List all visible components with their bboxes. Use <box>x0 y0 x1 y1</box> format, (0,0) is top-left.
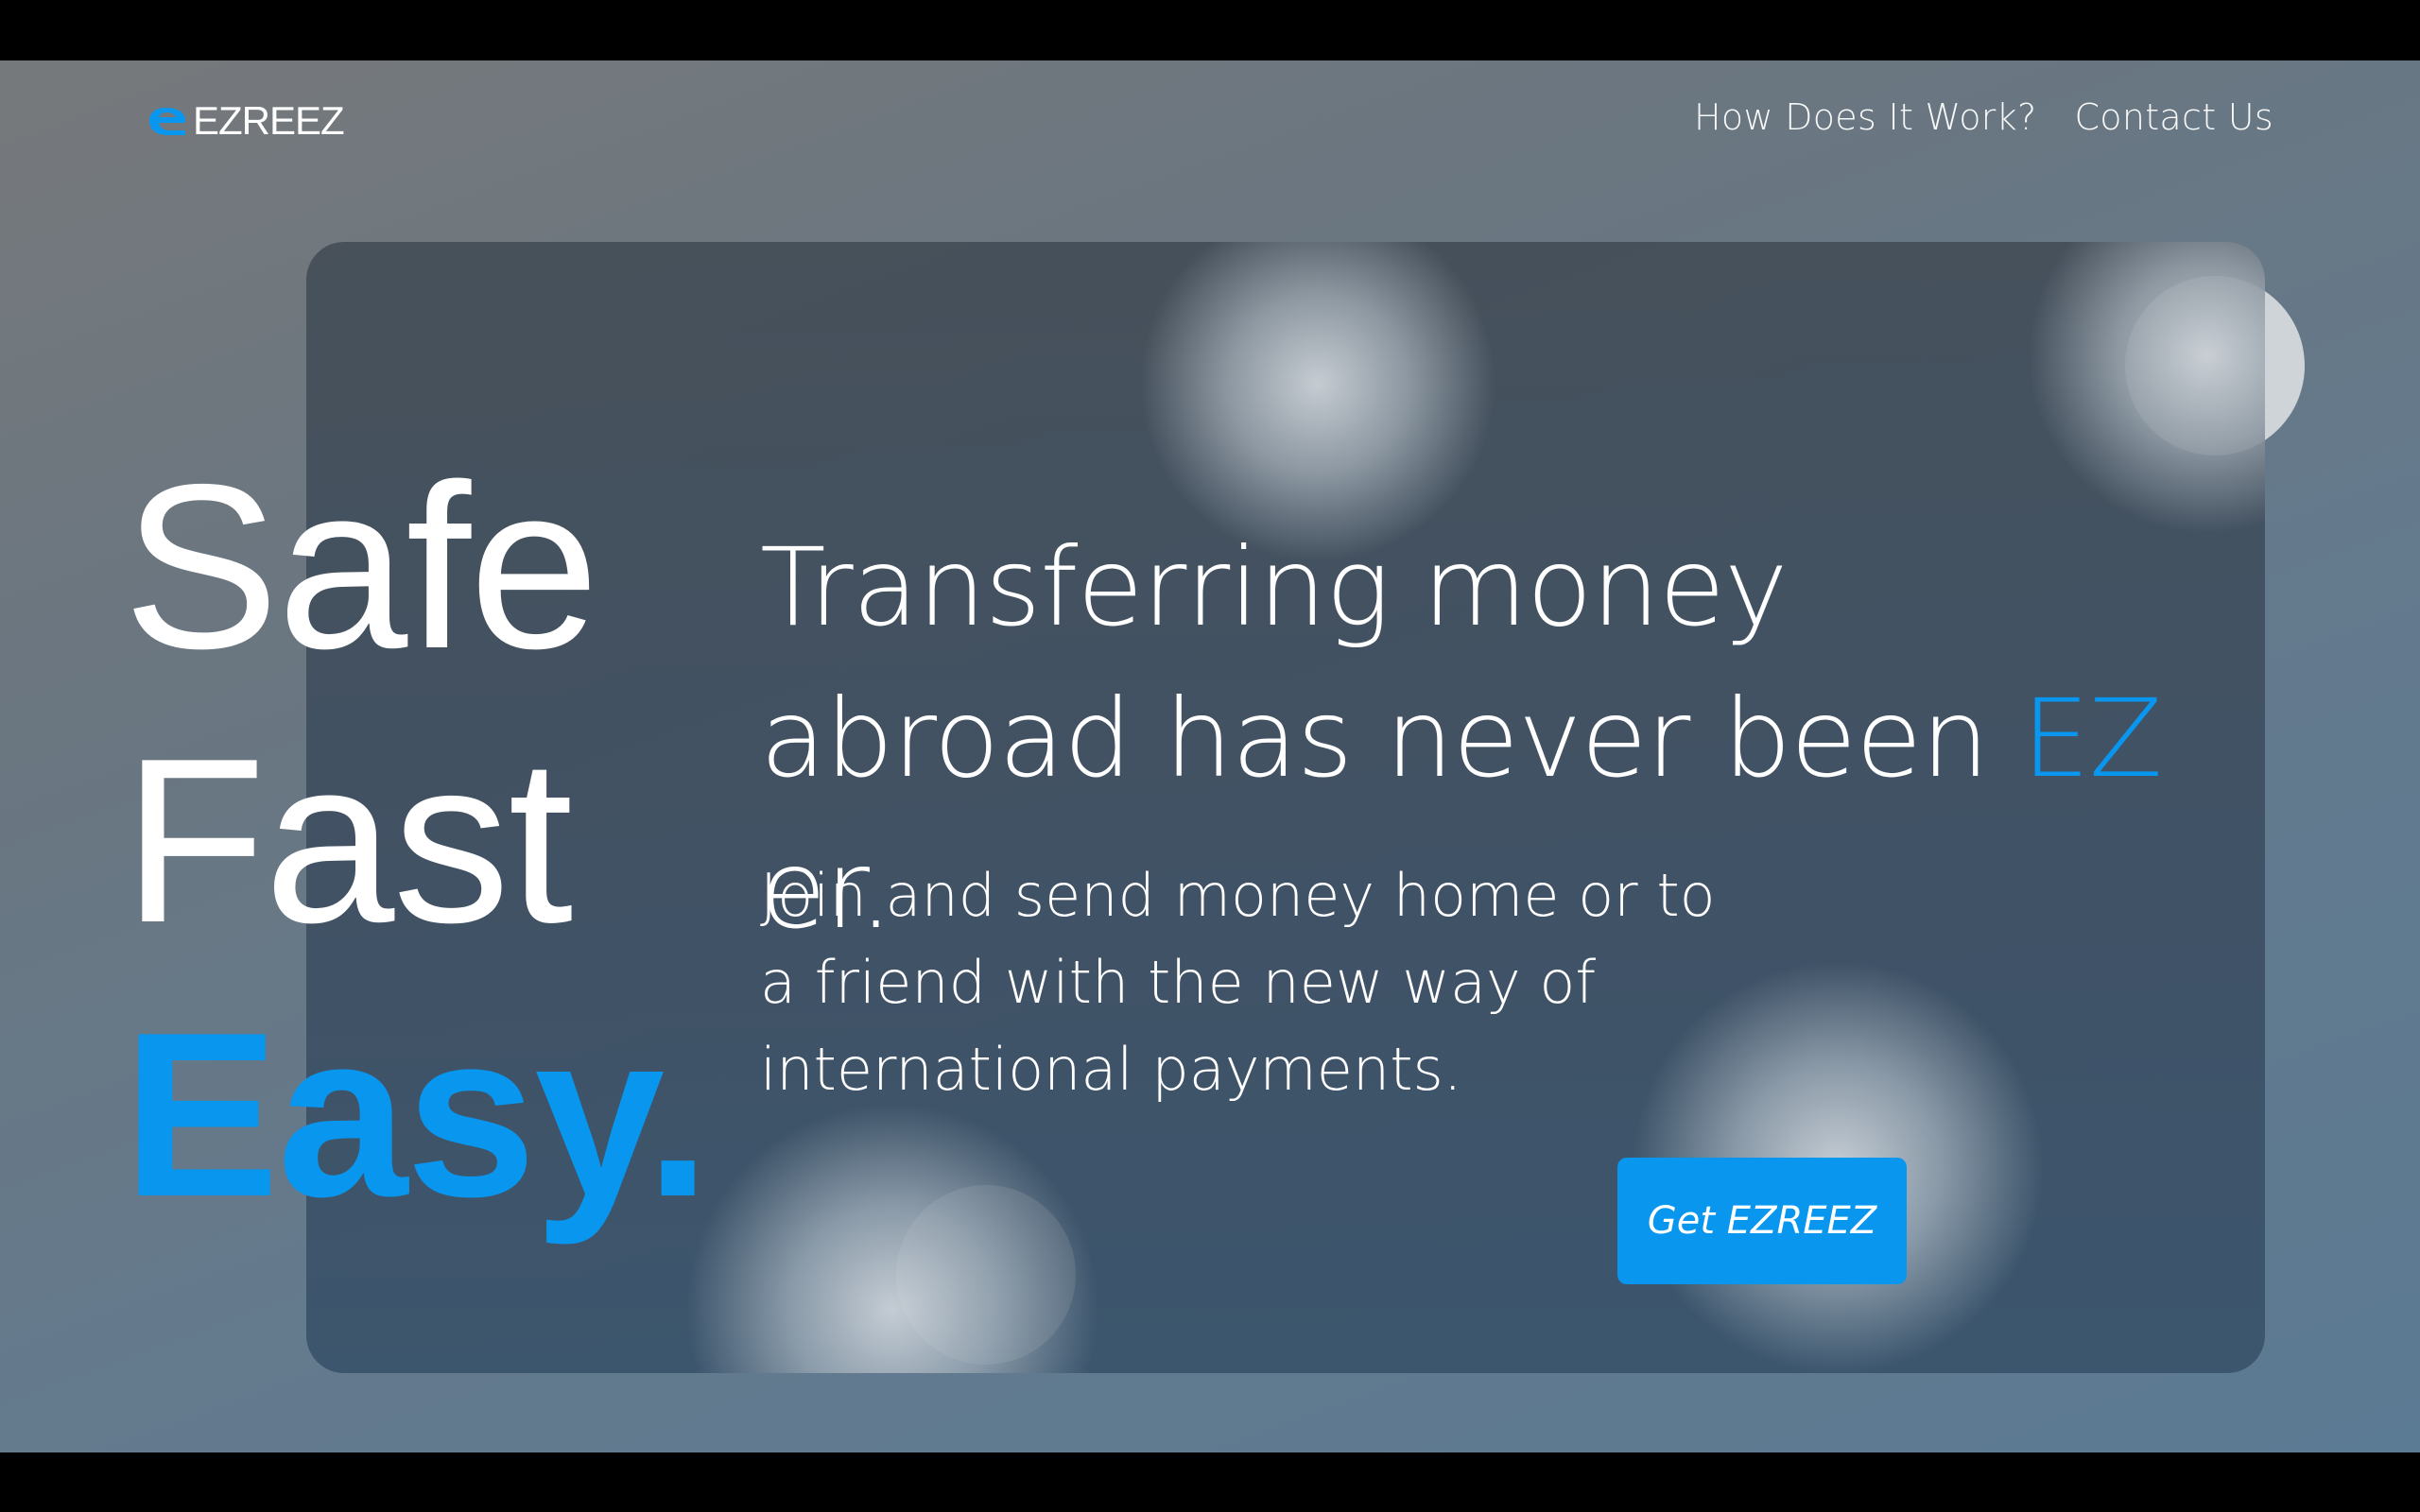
top-nav: How Does It Work? Contact Us <box>1694 96 2273 138</box>
hero-tagline: Safe Fast Easy. <box>123 429 711 1251</box>
letterbox-bottom <box>0 1452 2420 1512</box>
logo-text: EZREEZ <box>193 98 345 143</box>
hero-subtext: Join and send money home or to a friend … <box>760 861 1716 1104</box>
landing-page: EZREEZ How Does It Work? Contact Us Safe… <box>0 60 2420 1452</box>
e-logo-icon <box>144 105 191 137</box>
brand-logo[interactable]: EZREEZ <box>144 98 345 143</box>
headline-text: Transferring money abroad has never been <box>760 524 2022 801</box>
headline-highlight: EZ <box>2021 676 2163 801</box>
hero-word-easy: Easy. <box>123 983 711 1246</box>
letterbox-top <box>0 0 2420 60</box>
glow-orb <box>2027 242 2265 535</box>
nav-link-how-it-works[interactable]: How Does It Work? <box>1694 96 2036 138</box>
glow-orb <box>684 1102 1100 1373</box>
nav-link-contact[interactable]: Contact Us <box>2074 96 2273 138</box>
hero-word-safe: Safe <box>123 435 599 697</box>
get-ezreez-button[interactable]: Get EZREEZ <box>1617 1158 1907 1284</box>
hero-word-fast: Fast <box>123 709 573 971</box>
